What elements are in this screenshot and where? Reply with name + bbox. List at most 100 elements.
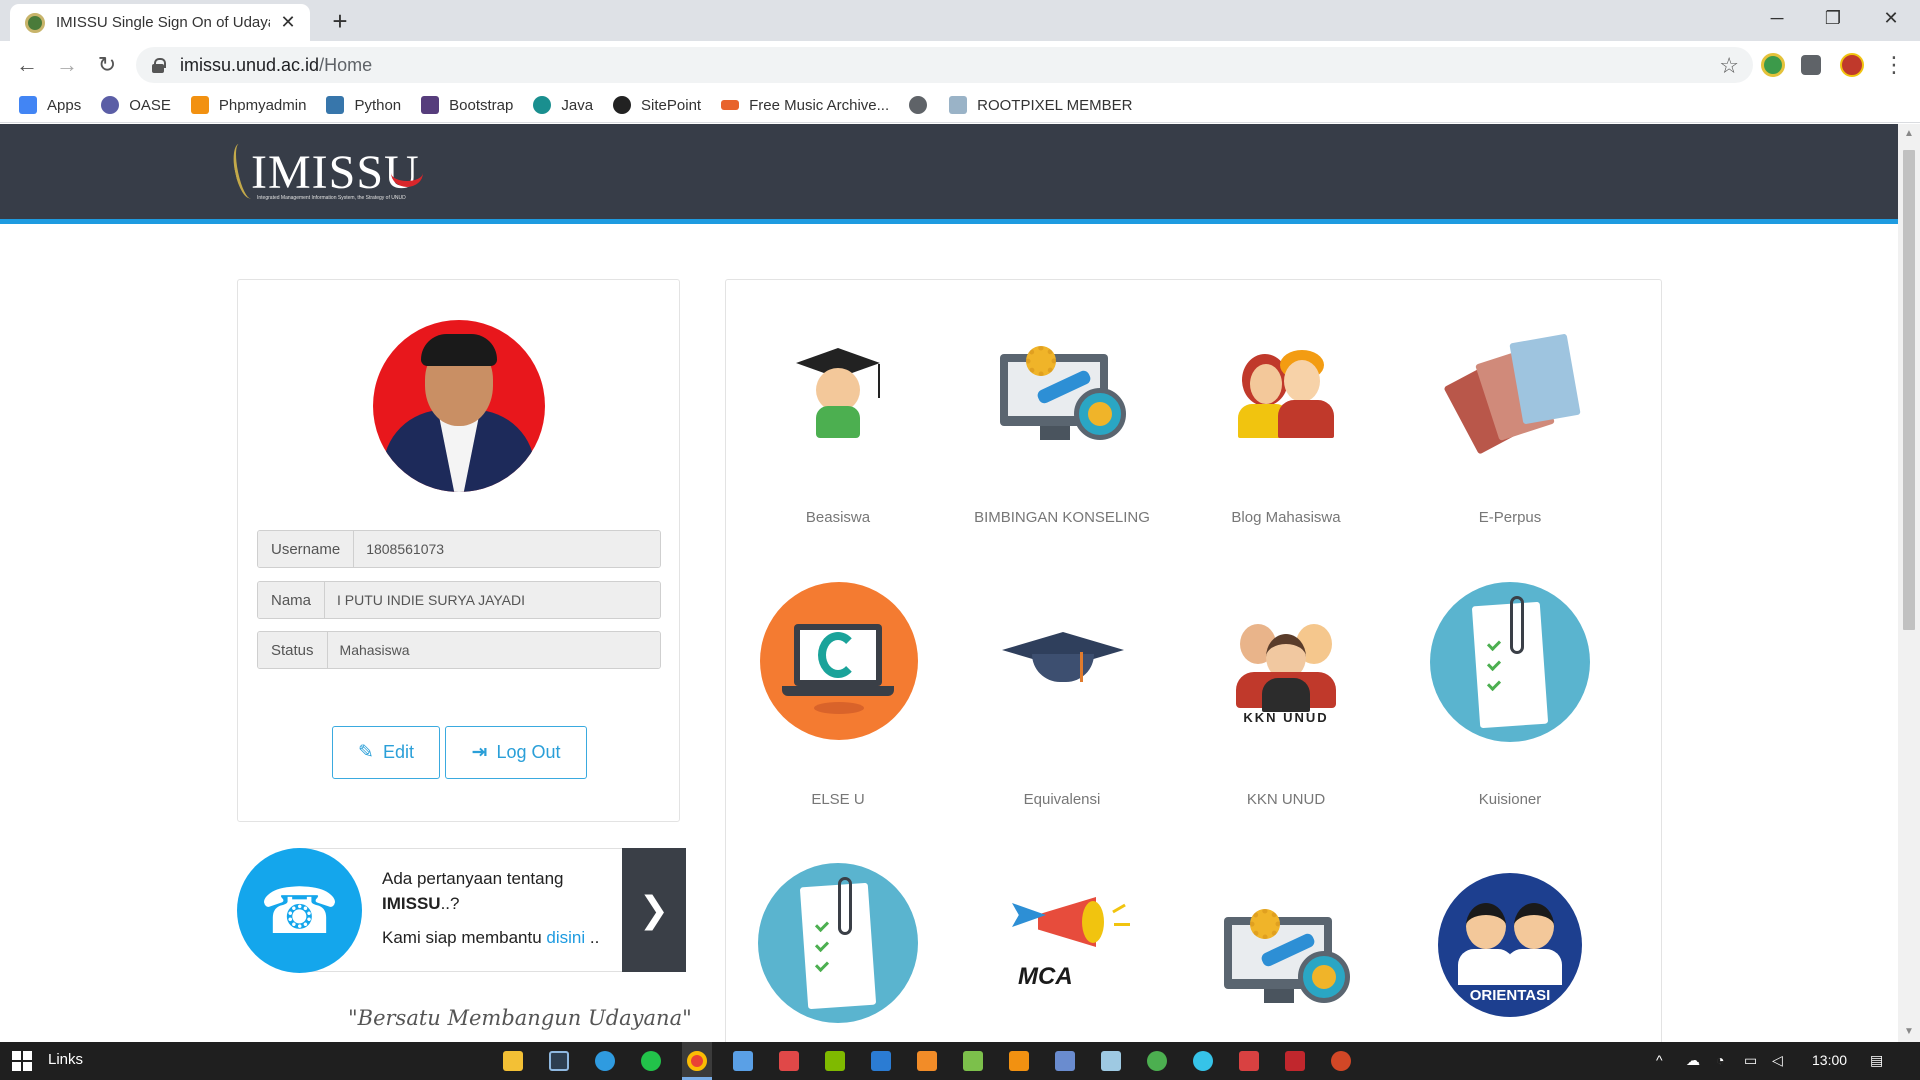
chevron-right-icon: ❯ <box>638 889 670 930</box>
windows-start-icon[interactable] <box>12 1051 32 1071</box>
mendeley-icon[interactable] <box>1285 1051 1305 1071</box>
help-link[interactable]: disini <box>546 928 585 947</box>
wifi-icon[interactable]: ◔ <box>1716 1052 1724 1068</box>
oase-icon <box>101 96 120 114</box>
monitor-gear-icon <box>1206 863 1366 1023</box>
bookmark-label: Phpmyadmin <box>218 96 307 114</box>
tray-chevron-icon[interactable]: ^ <box>1656 1052 1663 1068</box>
office-icon[interactable] <box>825 1051 845 1071</box>
mail-icon[interactable] <box>871 1051 891 1071</box>
scroll-down-icon[interactable]: ▼ <box>1898 1022 1920 1042</box>
back-icon[interactable]: ← <box>11 49 43 81</box>
minimize-button[interactable]: ─ <box>1752 0 1802 36</box>
onedrive-icon[interactable]: ☁ <box>1686 1052 1700 1069</box>
app-equivalensi[interactable]: Equivalensi <box>950 562 1174 808</box>
address-bar[interactable]: imissu.unud.ac.id/Home ☆ <box>136 47 1753 83</box>
photos-icon[interactable] <box>1193 1051 1213 1071</box>
android-studio-icon[interactable] <box>1147 1051 1167 1071</box>
tab-strip: IMISSU Single Sign On of Udayana ✕ + ─ ❐… <box>0 0 1920 41</box>
help-question-text: Ada pertanyaan tentang <box>382 869 564 888</box>
notepad-icon[interactable] <box>963 1051 983 1071</box>
restore-button[interactable]: ❐ <box>1808 0 1858 36</box>
sublime-icon[interactable] <box>1009 1051 1029 1071</box>
close-window-button[interactable]: ✕ <box>1866 0 1916 36</box>
profile-photo <box>373 320 545 492</box>
app-label: BIMBINGAN KONSELING <box>974 509 1150 526</box>
app-blog-mahasiswa[interactable]: Blog Mahasiswa <box>1174 280 1398 526</box>
chrome-icon[interactable] <box>687 1051 707 1071</box>
bookmark-star-icon[interactable]: ☆ <box>1719 53 1739 79</box>
app-kkn-unud[interactable]: KKN UNUD KKN UNUD <box>1174 562 1398 808</box>
status-label: Status <box>258 632 328 668</box>
extension-globe-icon[interactable] <box>1761 53 1785 77</box>
battery-icon[interactable]: ▭ <box>1744 1052 1757 1069</box>
file-explorer-icon[interactable] <box>503 1051 523 1071</box>
menu-kebab-icon[interactable]: ⋮ <box>1878 49 1910 81</box>
bookmark-java[interactable]: Java <box>533 96 593 114</box>
apps-grid-icon <box>19 96 37 114</box>
page-scrollbar[interactable]: ▲ ▼ <box>1898 124 1920 1042</box>
nama-value: I PUTU INDIE SURYA JAYADI <box>325 582 660 618</box>
edge-icon[interactable] <box>595 1051 615 1071</box>
free-music-archive-icon <box>721 100 740 110</box>
app-label: KKN UNUD <box>1246 791 1326 808</box>
phpmyadmin-icon <box>190 96 209 114</box>
bookmark-oase[interactable]: OASE <box>101 96 171 114</box>
logout-icon: ⇥ <box>471 742 488 763</box>
taskbar-links[interactable]: Links <box>48 1051 83 1068</box>
kkn-icon-text: KKN UNUD <box>1243 710 1329 725</box>
scroll-thumb[interactable] <box>1903 150 1915 630</box>
powerpoint-icon[interactable] <box>1331 1051 1351 1071</box>
bookmark-apps[interactable]: Apps <box>19 96 81 114</box>
volume-icon[interactable]: ◁ <box>1772 1052 1783 1069</box>
tab-close-icon[interactable]: ✕ <box>278 12 298 33</box>
edit-button[interactable]: ✎ Edit <box>332 726 440 779</box>
help-next-button[interactable]: ❯ <box>622 848 686 972</box>
browser-tab[interactable]: IMISSU Single Sign On of Udayana ✕ <box>10 4 310 41</box>
nama-field: Nama I PUTU INDIE SURYA JAYADI <box>257 581 661 619</box>
line-icon[interactable] <box>641 1051 661 1071</box>
xampp-icon[interactable] <box>917 1051 937 1071</box>
bookmark-label: Python <box>354 96 402 114</box>
app-kuisioner[interactable]: Kuisioner <box>1398 562 1622 808</box>
bookmark-sitepoint[interactable]: SitePoint <box>613 96 701 114</box>
app-beasiswa[interactable]: Beasiswa <box>726 280 950 526</box>
clipboard-icon <box>758 863 918 1023</box>
gift-icon[interactable] <box>779 1051 799 1071</box>
bookmark-globe[interactable] <box>909 96 929 114</box>
bookmark-free-music-archive[interactable]: Free Music Archive... <box>721 97 889 114</box>
mortarboard-icon <box>982 582 1142 742</box>
bookmark-phpmyadmin[interactable]: Phpmyadmin <box>190 96 307 114</box>
app-else-u[interactable]: ELSE U <box>726 562 950 808</box>
extensions-puzzle-icon[interactable] <box>1801 55 1821 75</box>
bookmarks-bar: Apps OASE Phpmyadmin Python Bootstrap Ja… <box>0 88 1920 123</box>
reload-icon[interactable]: ↻ <box>91 49 123 81</box>
app-e-perpus[interactable]: E-Perpus <box>1398 280 1622 526</box>
app-label: Kuisioner <box>1478 791 1542 808</box>
store-icon[interactable] <box>733 1051 753 1071</box>
imissu-logo[interactable]: IMISSU Integrated Management Information… <box>229 141 428 203</box>
scroll-up-icon[interactable]: ▲ <box>1898 124 1920 144</box>
snipping-icon[interactable] <box>1239 1051 1259 1071</box>
bootstrap-icon <box>421 96 440 114</box>
url-path: /Home <box>319 54 373 75</box>
bookmark-label: Free Music Archive... <box>749 96 890 114</box>
app-label: Beasiswa <box>805 509 871 526</box>
logo-swoosh-icon <box>391 159 423 187</box>
taskbar-clock[interactable]: 13:00 <box>1812 1052 1847 1068</box>
new-tab-button[interactable]: + <box>325 6 355 37</box>
logout-button[interactable]: ⇥ Log Out <box>445 726 587 779</box>
virtualbox-icon[interactable] <box>1055 1051 1075 1071</box>
forward-icon[interactable]: → <box>51 49 83 81</box>
bookmark-rootpixel[interactable]: ROOTPIXEL MEMBER <box>949 96 1132 114</box>
bookmark-python[interactable]: Python <box>326 96 401 114</box>
lightroom-icon[interactable] <box>549 1051 569 1071</box>
bookmark-bootstrap[interactable]: Bootstrap <box>421 96 513 114</box>
url-host: imissu.unud.ac.id <box>180 54 320 75</box>
elearning-icon <box>758 582 918 742</box>
app-bimbingan-konseling[interactable]: BIMBINGAN KONSELING <box>950 280 1174 526</box>
cube-app-icon[interactable] <box>1101 1051 1121 1071</box>
profile-avatar-icon[interactable] <box>1840 53 1864 77</box>
phone-icon: ☎ <box>237 848 362 973</box>
notifications-icon[interactable]: ▤ <box>1870 1052 1883 1069</box>
